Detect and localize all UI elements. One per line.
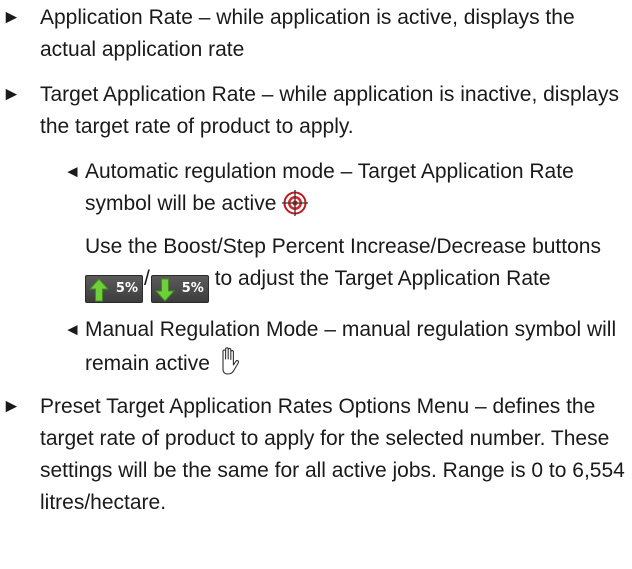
arrow-up-icon — [88, 278, 110, 302]
sub-item-text: Automatic regulation mode – Target Appli… — [85, 160, 574, 215]
item-text: Preset Target Application Rates Options … — [40, 395, 625, 514]
sub-item-manual-regulation: ◄ Manual Regulation Mode – manual regula… — [0, 314, 632, 380]
decrease-label: 5% — [181, 281, 204, 296]
boost-text-before: Use the Boost/Step Percent Increase/Decr… — [85, 235, 601, 258]
bullet-arrow-left: ◄ — [64, 162, 81, 181]
increase-5-percent-button[interactable]: 5% — [85, 275, 143, 303]
arrow-down-icon — [154, 278, 175, 302]
decrease-5-percent-button[interactable]: 5% — [150, 275, 209, 303]
hand-icon — [216, 346, 242, 378]
bullet-arrow-left: ◄ — [64, 320, 81, 339]
item-text: Application Rate – while application is … — [40, 6, 575, 61]
bullet-arrow-right: ► — [2, 7, 21, 28]
boost-text-after: to adjust the Target Application Rate — [214, 267, 551, 290]
target-icon — [282, 190, 309, 216]
bullet-arrow-right: ► — [2, 396, 21, 417]
bullet-arrow-right: ► — [2, 84, 21, 105]
document-body: ► Application Rate – while application i… — [0, 2, 632, 532]
sub-item-text: Manual Regulation Mode – manual regulati… — [85, 318, 617, 375]
boost-step-paragraph: Use the Boost/Step Percent Increase/Decr… — [0, 231, 632, 303]
button-separator: / — [144, 267, 150, 290]
list-item-application-rate: ► Application Rate – while application i… — [0, 2, 632, 66]
sub-item-automatic-regulation: ◄ Automatic regulation mode – Target App… — [0, 156, 632, 220]
list-item-preset-target-rates: ► Preset Target Application Rates Option… — [0, 391, 632, 519]
list-item-target-application-rate: ► Target Application Rate – while applic… — [0, 79, 632, 143]
increase-label: 5% — [115, 281, 138, 296]
item-text: Target Application Rate – while applicat… — [40, 83, 619, 138]
